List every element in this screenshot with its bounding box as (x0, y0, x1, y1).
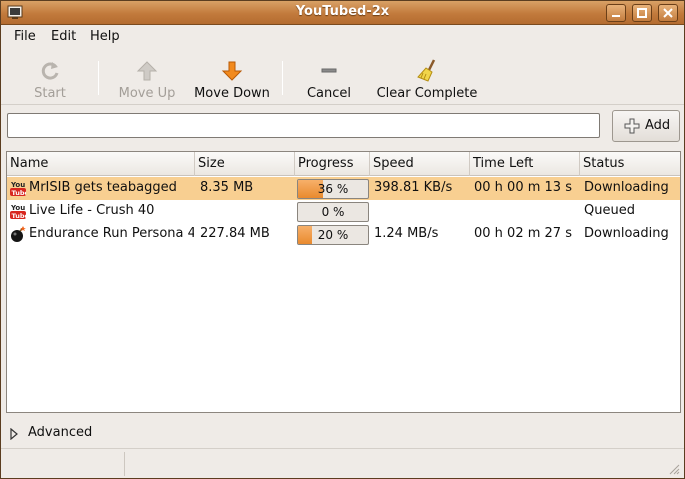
arrow-up-icon (136, 61, 158, 81)
maximize-icon (637, 8, 647, 18)
youtube-icon: You Tube (10, 204, 27, 220)
row-name: Live Life - Crush 40 (29, 203, 155, 218)
svg-text:Tube: Tube (12, 212, 27, 220)
clear-complete-label: Clear Complete (376, 86, 478, 101)
resize-grip-icon[interactable] (668, 463, 680, 475)
progress-bar: 20 % (297, 225, 369, 245)
menu-file[interactable]: File (14, 29, 36, 44)
maximize-button[interactable] (632, 4, 652, 22)
minimize-icon (612, 15, 620, 17)
toolbar-separator (98, 61, 99, 95)
column-speed[interactable]: Speed (370, 152, 470, 176)
cancel-label: Cancel (306, 86, 352, 101)
column-status[interactable]: Status (580, 152, 680, 176)
row-speed: 398.81 KB/s (374, 180, 453, 195)
column-time-left[interactable]: Time Left (470, 152, 580, 176)
row-size: 8.35 MB (200, 180, 254, 195)
move-up-label: Move Up (118, 86, 176, 101)
table-row[interactable]: You Tube MrISIB gets teabagged 8.35 MB 3… (7, 177, 680, 200)
row-name: MrISIB gets teabagged (29, 180, 177, 195)
progress-bar: 0 % (297, 202, 369, 222)
progress-text: 36 % (317, 182, 349, 196)
advanced-label: Advanced (28, 425, 93, 440)
svg-text:Tube: Tube (12, 189, 27, 197)
row-status: Queued (584, 203, 635, 218)
add-label: Add (645, 118, 671, 133)
toolbar-separator (282, 61, 283, 95)
download-list[interactable]: Name Size Progress Speed Time Left Statu… (6, 151, 681, 413)
title-bar[interactable]: YouTubed-2x (1, 1, 684, 25)
cancel-button[interactable]: Cancel (301, 53, 357, 103)
menu-help[interactable]: Help (90, 29, 120, 44)
close-icon (663, 8, 673, 18)
column-size[interactable]: Size (195, 152, 295, 176)
row-status: Downloading (584, 226, 669, 241)
minimize-button[interactable] (606, 4, 626, 22)
add-button[interactable]: Add (612, 110, 680, 142)
minus-icon (321, 68, 337, 73)
plus-icon (624, 118, 640, 134)
move-down-button[interactable]: Move Down (192, 53, 272, 103)
row-size: 227.84 MB (200, 226, 270, 241)
url-input[interactable] (7, 113, 600, 138)
status-panel (5, 452, 125, 476)
status-bar (1, 448, 684, 478)
youtube-icon: You Tube (10, 181, 27, 197)
bomb-icon (11, 226, 26, 242)
app-window: YouTubed-2x File Edit Help Start Move Up… (0, 0, 685, 479)
broom-icon (417, 59, 436, 82)
row-status: Downloading (584, 180, 669, 195)
row-time-left: 00 h 00 m 13 s (474, 180, 572, 195)
move-up-button[interactable]: Move Up (113, 53, 181, 103)
progress-bar: 36 % (297, 179, 369, 199)
expander-arrow-icon (10, 428, 18, 440)
table-row[interactable]: Endurance Run Persona 4 227.84 MB 20 % 1… (7, 223, 680, 246)
column-name[interactable]: Name (7, 152, 195, 176)
clear-complete-button[interactable]: Clear Complete (373, 53, 481, 103)
refresh-icon (41, 62, 59, 80)
row-time-left: 00 h 02 m 27 s (474, 226, 572, 241)
start-button[interactable]: Start (23, 53, 77, 103)
move-down-label: Move Down (194, 86, 270, 101)
arrow-down-icon (221, 61, 243, 81)
start-label: Start (34, 86, 66, 101)
progress-text: 0 % (321, 205, 345, 219)
close-button[interactable] (658, 4, 678, 22)
column-progress[interactable]: Progress (295, 152, 370, 176)
svg-text:You: You (10, 204, 25, 212)
window-title: YouTubed-2x (295, 4, 390, 19)
toolbar: Start Move Up Move Down Cancel Clear Com… (1, 49, 684, 105)
progress-text: 20 % (317, 228, 349, 242)
svg-text:You: You (10, 181, 25, 189)
menu-bar: File Edit Help (1, 26, 684, 48)
row-name: Endurance Run Persona 4 (29, 226, 194, 241)
table-row[interactable]: You Tube Live Life - Crush 40 0 % Queued (7, 200, 680, 223)
menu-edit[interactable]: Edit (51, 29, 76, 44)
row-speed: 1.24 MB/s (374, 226, 439, 241)
list-header: Name Size Progress Speed Time Left Statu… (7, 152, 680, 176)
